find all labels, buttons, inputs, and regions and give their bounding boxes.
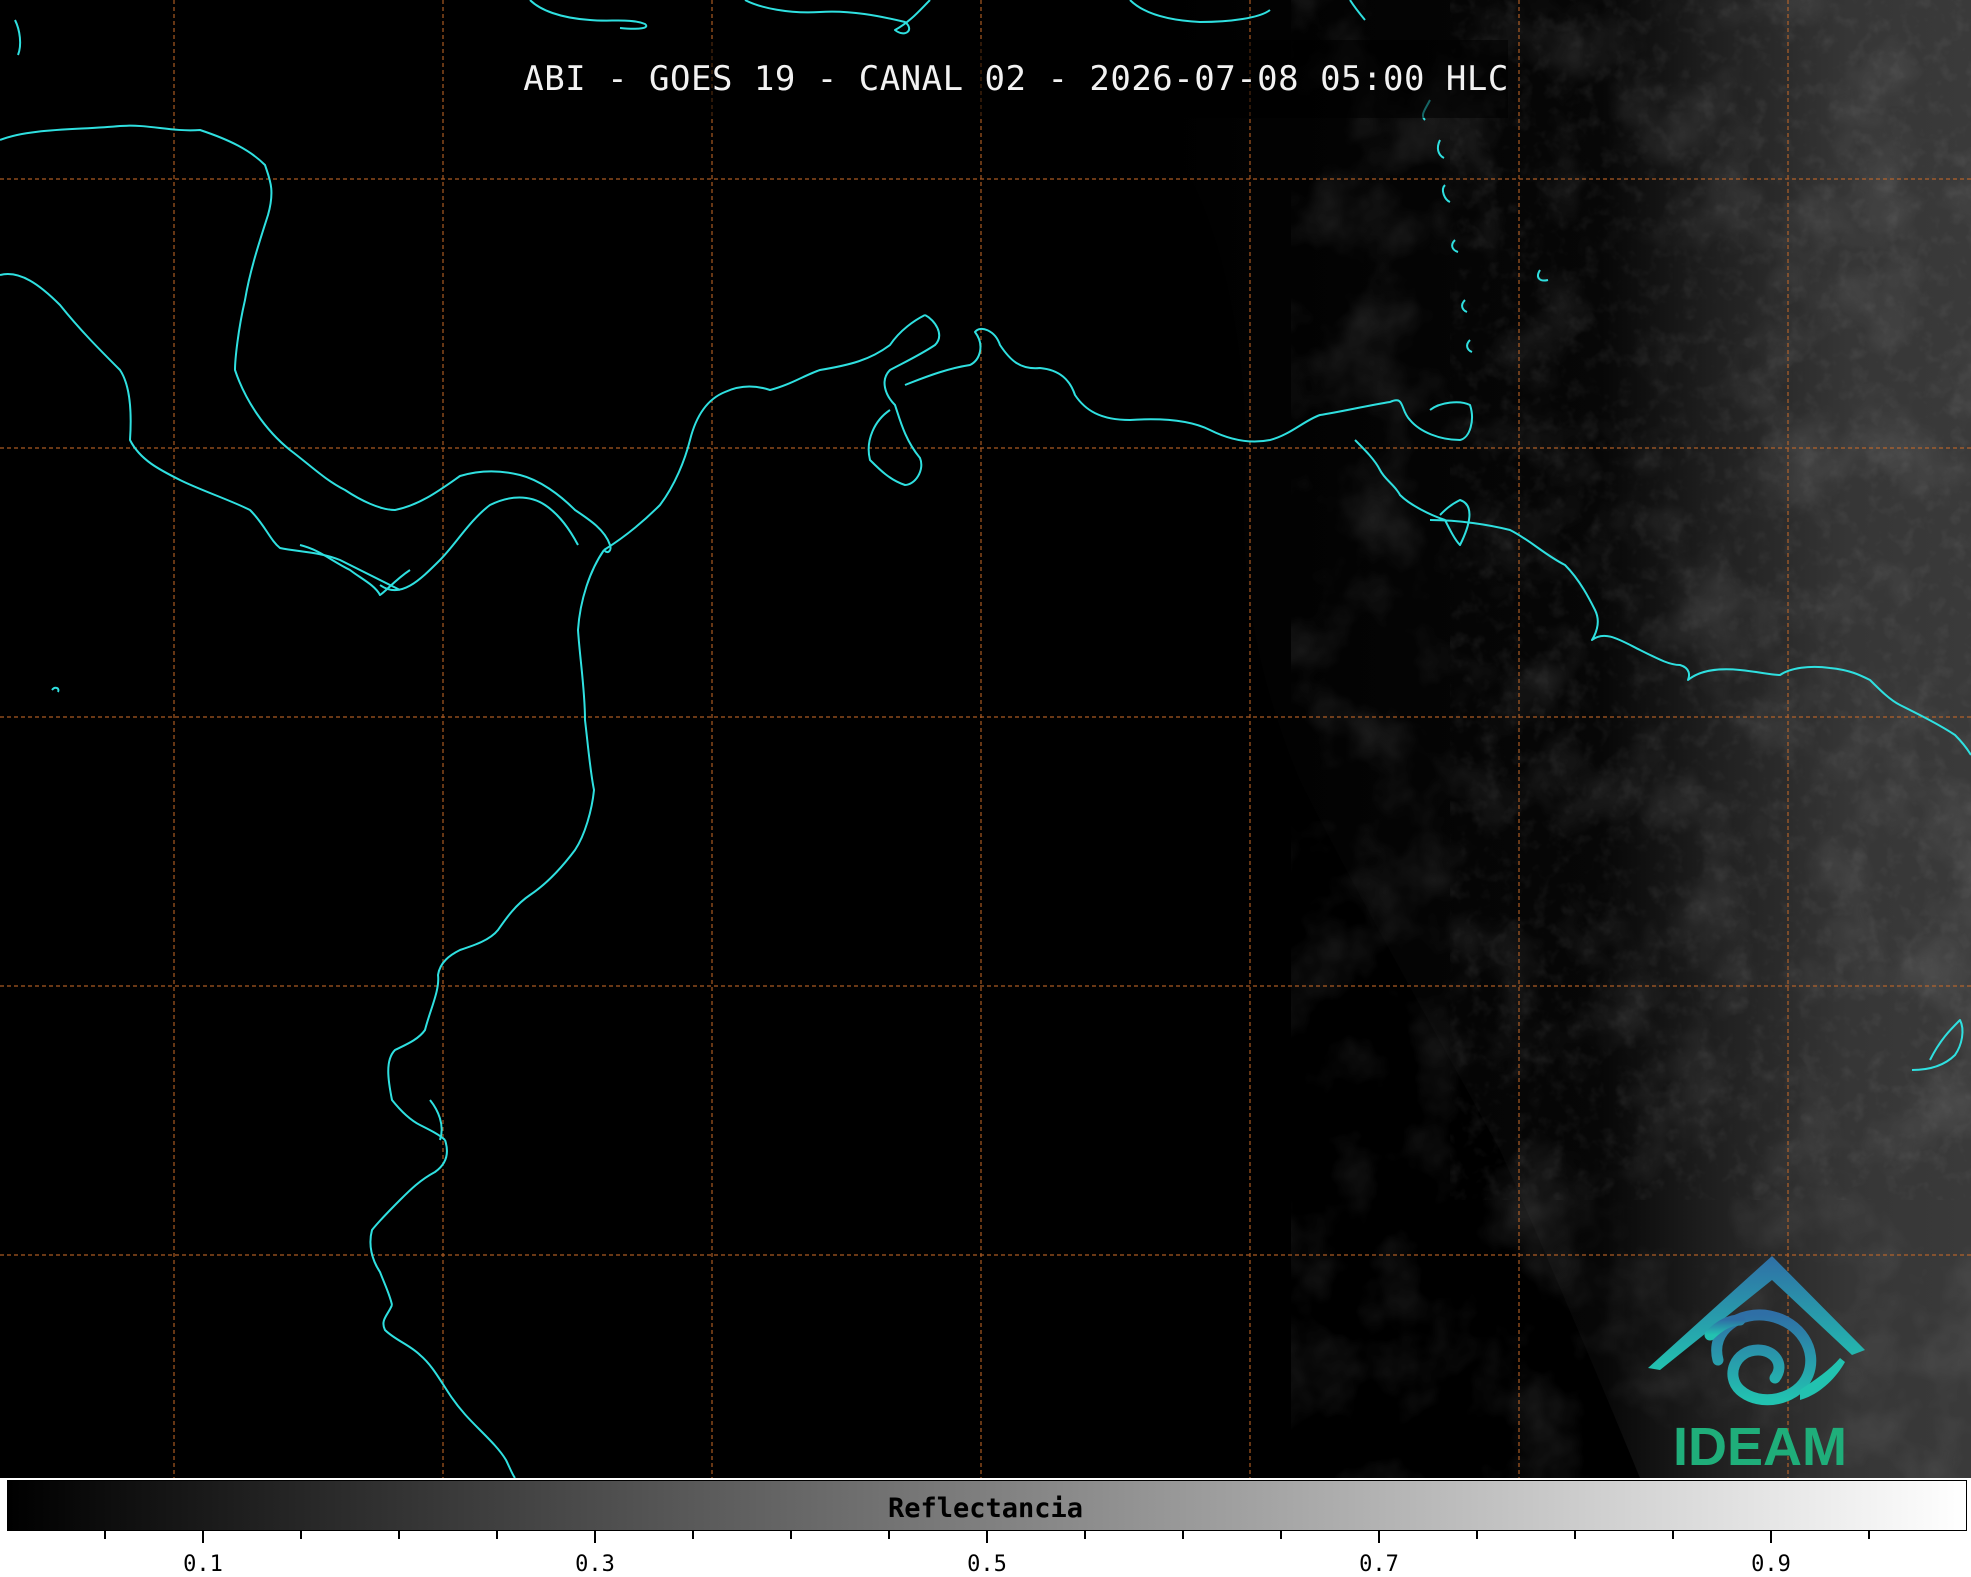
- colorbar: Reflectancia 0.1 0.3 0.5 0.7 0.9: [0, 1478, 1971, 1577]
- title-banner: ABI - GOES 19 - CANAL 02 - 2026-07-08 05…: [523, 40, 1509, 118]
- colorbar-tick-label: 0.9: [1751, 1552, 1791, 1577]
- colorbar-tick-label: 0.1: [183, 1552, 223, 1577]
- colorbar-axis: 0.1 0.3 0.5 0.7 0.9: [104, 1531, 1870, 1577]
- colorbar-label: Reflectancia: [887, 1493, 1084, 1524]
- ideam-logo: IDEAM: [1640, 1250, 1880, 1477]
- ideam-logo-emblem: [1648, 1256, 1865, 1406]
- ideam-logo-text: IDEAM: [1673, 1417, 1847, 1477]
- colorbar-tick-label: 0.7: [1359, 1552, 1399, 1577]
- colorbar-tick-label: 0.5: [967, 1552, 1007, 1577]
- map-title: ABI - GOES 19 - CANAL 02 - 2026-07-08 05…: [523, 59, 1509, 99]
- colorbar-tick-label: 0.3: [575, 1552, 615, 1577]
